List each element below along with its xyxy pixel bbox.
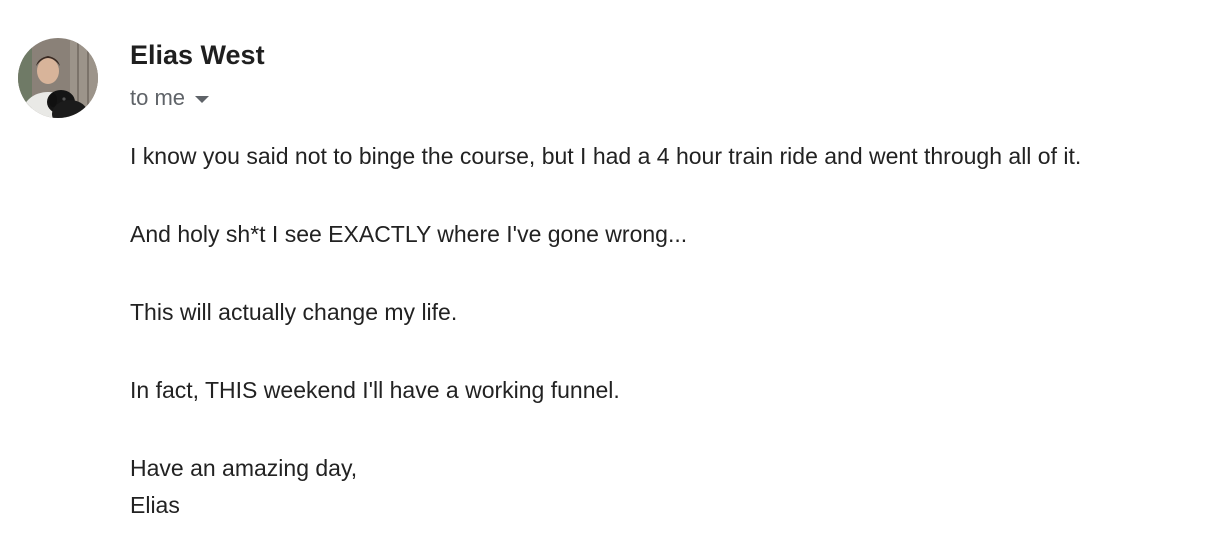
avatar-photo-icon <box>18 38 98 118</box>
sender-avatar[interactable] <box>18 38 98 118</box>
body-paragraph: In fact, THIS weekend I'll have a workin… <box>130 377 620 403</box>
email-body: I know you said not to binge the course,… <box>130 138 1215 524</box>
chevron-down-icon[interactable] <box>195 95 210 103</box>
recipient-details-toggle[interactable]: to me <box>130 84 210 112</box>
sender-name[interactable]: Elias West <box>130 40 265 71</box>
email-signature: Elias <box>130 492 180 518</box>
body-paragraph: And holy sh*t I see EXACTLY where I've g… <box>130 221 688 247</box>
email-signoff: Have an amazing day, <box>130 455 358 481</box>
recipient-label: to me <box>130 85 186 110</box>
body-paragraph: I know you said not to binge the course,… <box>130 143 1082 169</box>
body-paragraph: This will actually change my life. <box>130 299 458 325</box>
